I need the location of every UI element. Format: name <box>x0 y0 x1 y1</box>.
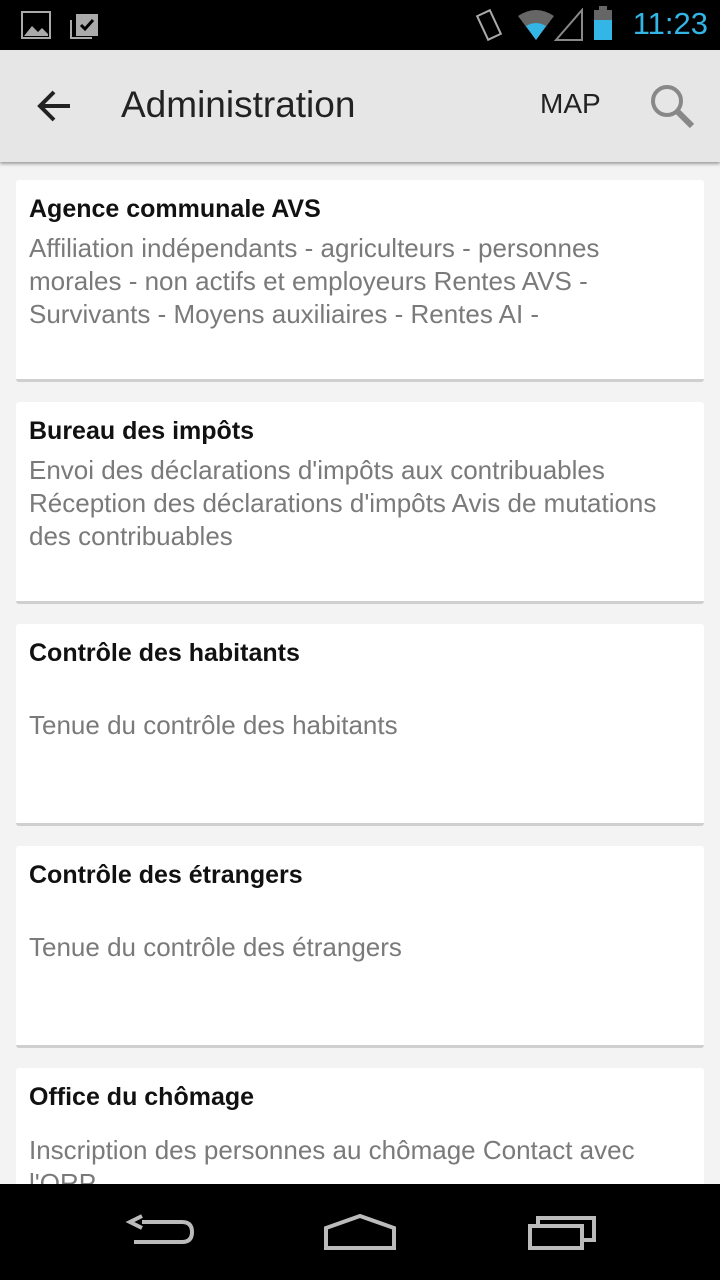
clock: 11:23 <box>632 6 708 41</box>
item-title: Bureau des impôts <box>29 417 255 445</box>
image-icon <box>21 11 51 39</box>
home-icon[interactable] <box>320 1212 400 1252</box>
back-arrow-icon[interactable] <box>34 86 78 126</box>
recents-icon[interactable] <box>522 1212 602 1252</box>
status-bar: 11:23 <box>0 0 720 50</box>
service-list[interactable]: Agence communale AVS Affiliation indépend… <box>16 180 704 1184</box>
clipboard-check-icon <box>70 14 98 39</box>
list-item[interactable]: Contrôle des habitants Tenue du contrôle … <box>16 624 704 826</box>
item-title: Contrôle des habitants <box>29 639 300 667</box>
item-description: Tenue du contrôle des étrangers <box>29 932 402 962</box>
list-item[interactable]: Contrôle des étrangers Tenue du contrôle … <box>16 846 704 1048</box>
item-title: Agence communale AVS <box>29 195 321 223</box>
back-icon[interactable] <box>122 1212 202 1252</box>
battery-icon <box>594 6 612 40</box>
list-item[interactable]: Office du chômage Inscription des personn… <box>16 1068 704 1184</box>
search-icon[interactable] <box>648 82 696 130</box>
item-description: Inscription des personnes au chômage Con… <box>29 1135 635 1184</box>
signal-icon <box>554 8 583 41</box>
item-description: Affiliation indépendants - agriculteurs … <box>29 233 600 329</box>
item-description: Envoi des déclarations d'impôts aux cont… <box>29 455 657 551</box>
action-bar: Administration MAP <box>0 50 720 162</box>
item-description: Tenue du contrôle des habitants <box>29 710 398 740</box>
list-item[interactable]: Agence communale AVS Affiliation indépend… <box>16 180 704 382</box>
item-title: Office du chômage <box>29 1083 255 1111</box>
page-title: Administration <box>121 84 356 125</box>
navigation-bar <box>0 1184 720 1280</box>
wifi-icon <box>518 10 554 40</box>
item-title: Contrôle des étrangers <box>29 861 303 889</box>
list-item[interactable]: Bureau des impôts Envoi des déclarations … <box>16 402 704 604</box>
map-button[interactable]: MAP <box>540 88 601 120</box>
vibrate-icon <box>475 8 503 42</box>
